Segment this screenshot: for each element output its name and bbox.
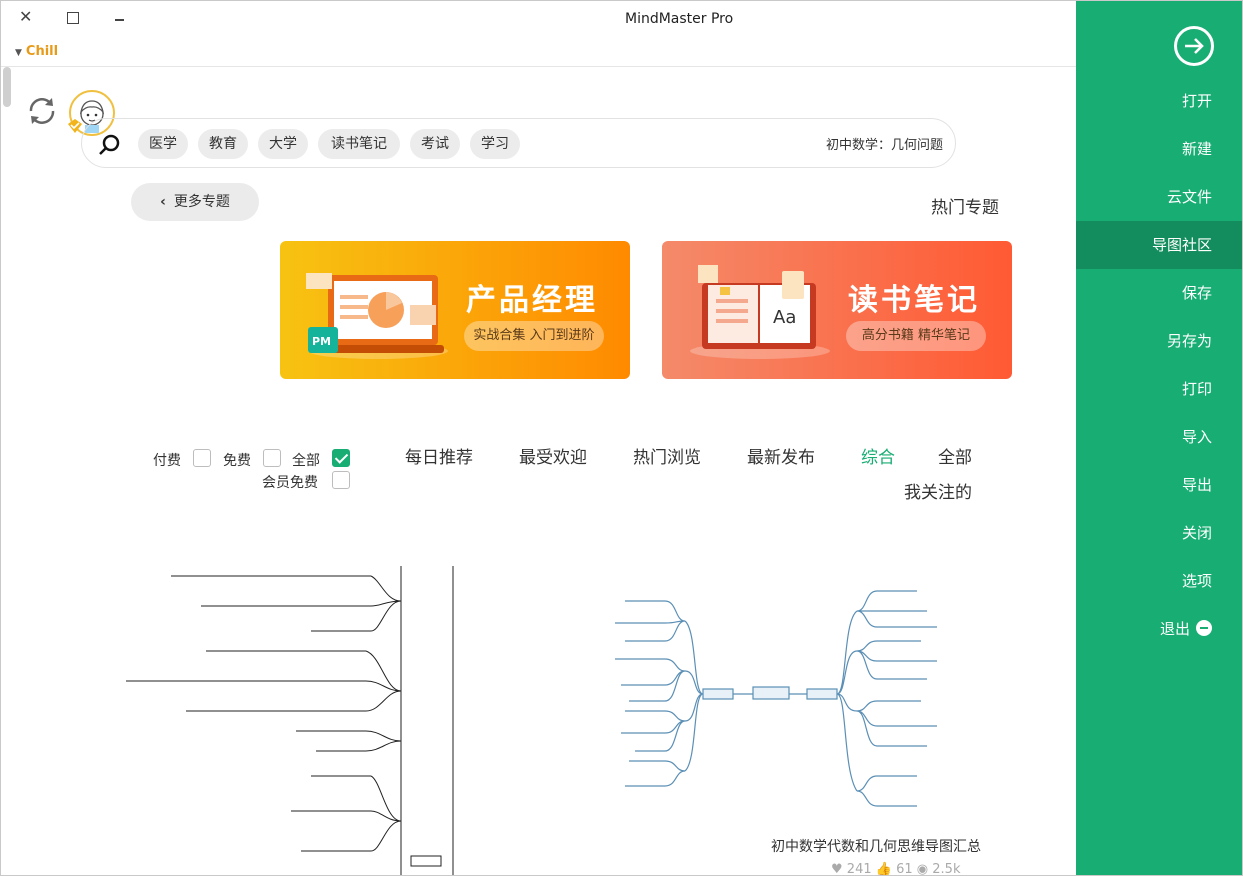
sidebar-item-import[interactable]: 导入 (1076, 413, 1242, 461)
checkbox-free[interactable] (263, 449, 281, 467)
sidebar-item-exit[interactable]: 退出 (1076, 605, 1242, 653)
more-topics-label: 更多专题 (173, 194, 230, 210)
sidebar-item-options[interactable]: 选项 (1076, 557, 1242, 605)
close-window-button[interactable]: ✕ (19, 7, 32, 26)
search-bar[interactable]: 医学 教育 大学 读书笔记 考试 学习 初中数学：几何问题 (81, 118, 956, 168)
sidebar-item-open[interactable]: 打开 (1076, 77, 1242, 125)
likes-count: 61 (896, 862, 913, 876)
badge-aa: Aa (773, 307, 796, 328)
search-tag-medicine[interactable]: 医学 (138, 129, 188, 159)
checkbox-all[interactable] (332, 449, 350, 467)
sidebar-item-save-as[interactable]: 另存为 (1076, 317, 1242, 365)
banner-subtitle: 实战合集 入门到进阶 (464, 321, 604, 351)
divider (1, 66, 1076, 67)
sidebar-item-community[interactable]: 导图社区 (1076, 221, 1242, 269)
badge-pm: PM (312, 335, 331, 348)
like-icon: 👍 (875, 862, 892, 876)
search-input[interactable]: 初中数学：几何问题 (826, 134, 943, 153)
views-count: 2.5k (932, 862, 961, 876)
favorite-icon: ♥ (831, 862, 843, 876)
tab-daily-picks[interactable]: 每日推荐 (405, 443, 473, 468)
chevron-left-icon: ‹ (160, 194, 166, 210)
search-tag-study[interactable]: 学习 (470, 129, 520, 159)
section-title: 热门专题 (931, 198, 999, 218)
app-window: ✕ MindMaster Pro ▼ Chill 医学 教育 大学 读书笔记 考… (0, 0, 1243, 876)
checkbox-paid-label: 付费 (153, 453, 181, 469)
tab-popular-views[interactable]: 热门浏览 (633, 443, 701, 468)
back-button[interactable] (1174, 26, 1214, 66)
theme-label: Chill (25, 44, 59, 59)
more-topics-button[interactable]: ‹ 更多专题 (131, 183, 259, 221)
banner-title: 读书笔记 (848, 283, 980, 318)
card-title[interactable]: 初中数学代数和几何思维导图汇总 (771, 836, 981, 856)
tab-most-liked[interactable]: 最受欢迎 (519, 443, 587, 468)
arrow-right-icon (1185, 38, 1204, 54)
laptop-illustration-icon: PM (306, 273, 448, 359)
sidebar-item-cloud-files[interactable]: 云文件 (1076, 173, 1242, 221)
sidebar-item-new[interactable]: 新建 (1076, 125, 1242, 173)
checkbox-free-label: 免费 (223, 453, 251, 469)
app-title: MindMaster Pro (625, 11, 734, 27)
file-menu-sidebar: 打开 新建 云文件 导图社区 保存 另存为 打印 导入 导出 关闭 选项 退出 (1076, 1, 1242, 875)
sidebar-item-close[interactable]: 关闭 (1076, 509, 1242, 557)
card-thumbnail[interactable] (527, 561, 1013, 826)
minimize-window-button[interactable] (115, 19, 124, 21)
sidebar-item-print[interactable]: 打印 (1076, 365, 1242, 413)
card-stats: ♥ 241 👍 61 ◉ 2.5k (831, 862, 961, 876)
vip-badge-icon (68, 119, 82, 133)
favorites-count: 241 (846, 862, 872, 876)
sidebar-item-export[interactable]: 导出 (1076, 461, 1242, 509)
checkbox-member-free[interactable] (332, 471, 350, 489)
sidebar-item-exit-label: 退出 (1159, 620, 1190, 638)
tab-following[interactable]: 我关注的 (904, 478, 972, 503)
views-icon: ◉ (916, 862, 929, 876)
theme-dropdown[interactable]: ▼ Chill (15, 44, 58, 59)
maximize-window-button[interactable] (67, 12, 79, 24)
title-bar: ✕ MindMaster Pro (1, 1, 1076, 37)
search-tag-reading-notes[interactable]: 读书笔记 (318, 129, 400, 159)
checkbox-all-label: 全部 (292, 453, 320, 469)
search-tag-university[interactable]: 大学 (258, 129, 308, 159)
search-tag-exam[interactable]: 考试 (410, 129, 460, 159)
checkbox-paid[interactable] (193, 449, 211, 467)
banner-product-manager[interactable]: PM 产品经理 实战合集 入门到进阶 (280, 241, 630, 379)
caret-down-icon: ▼ (15, 48, 22, 58)
checkbox-member-free-label: 会员免费 (262, 475, 318, 491)
card-thumbnail-2[interactable] (81, 561, 461, 875)
banner-title: 产品经理 (466, 283, 598, 318)
banner-subtitle: 高分书籍 精华笔记 (846, 321, 986, 351)
banner-reading-notes[interactable]: Aa 读书笔记 高分书籍 精华笔记 (662, 241, 1012, 379)
search-tag-education[interactable]: 教育 (198, 129, 248, 159)
sync-icon[interactable] (25, 94, 59, 128)
scrollbar-thumb[interactable] (3, 67, 11, 107)
search-icon[interactable] (98, 133, 122, 157)
book-illustration-icon: Aa (690, 265, 830, 359)
exit-icon (1196, 619, 1212, 636)
sidebar-item-save[interactable]: 保存 (1076, 269, 1242, 317)
tab-all[interactable]: 全部 (938, 443, 972, 468)
tab-latest[interactable]: 最新发布 (747, 443, 815, 468)
tab-comprehensive[interactable]: 综合 (861, 443, 895, 468)
